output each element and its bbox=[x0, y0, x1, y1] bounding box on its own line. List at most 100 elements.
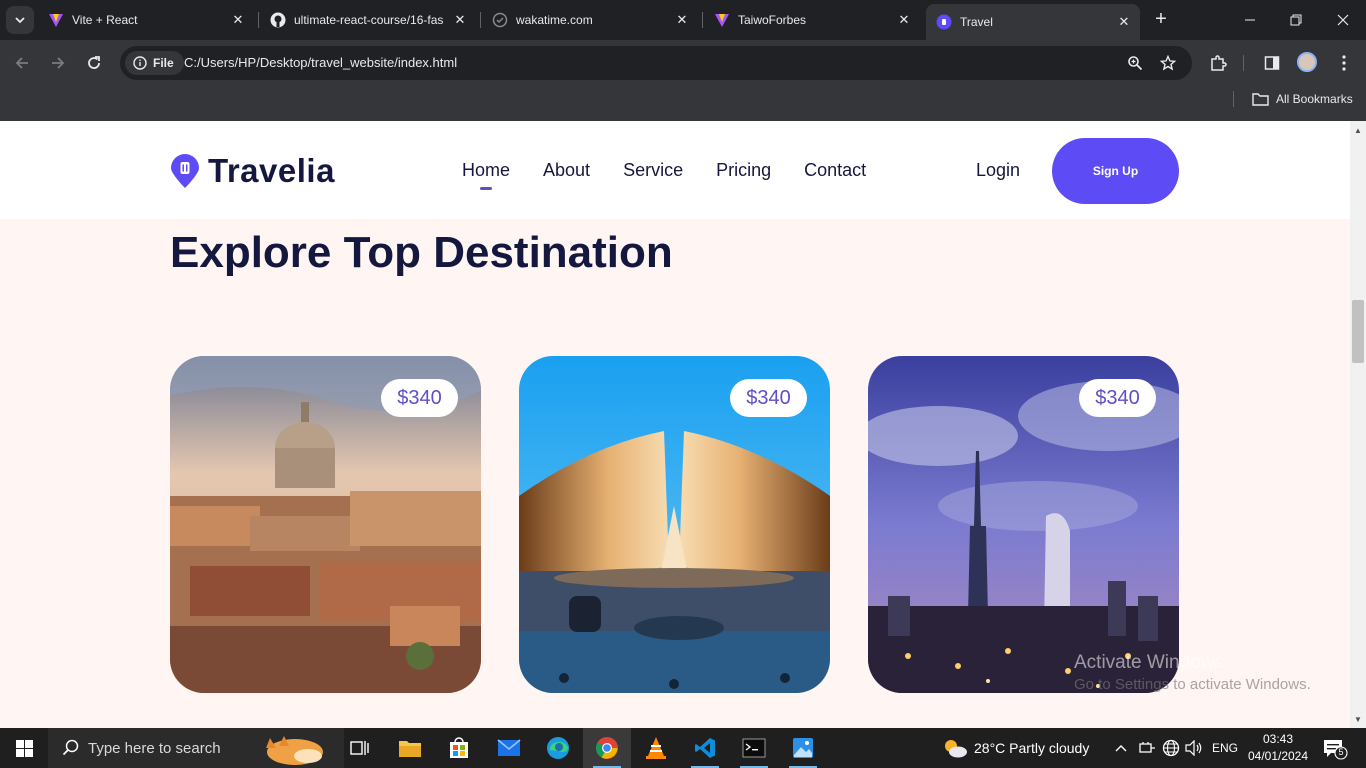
forward-button[interactable] bbox=[46, 51, 70, 75]
main-nav: Home About Service Pricing Contact bbox=[462, 160, 866, 181]
github-icon bbox=[270, 12, 286, 28]
network-button[interactable] bbox=[1162, 728, 1180, 768]
destination-card[interactable]: $340 bbox=[170, 356, 481, 693]
tab-github[interactable]: ultimate-react-course/16-fas ✕ bbox=[260, 4, 476, 36]
partly-cloudy-icon bbox=[945, 740, 967, 758]
show-hidden-icons-button[interactable] bbox=[1115, 728, 1127, 768]
close-icon[interactable]: ✕ bbox=[896, 12, 912, 28]
new-tab-button[interactable]: + bbox=[1150, 8, 1172, 30]
vlc-button[interactable] bbox=[632, 728, 680, 768]
close-window-button[interactable] bbox=[1331, 8, 1355, 32]
scrollbar-thumb[interactable] bbox=[1352, 300, 1364, 363]
close-icon[interactable]: ✕ bbox=[1116, 14, 1132, 30]
location-pin-icon bbox=[171, 153, 199, 188]
bookmark-star-button[interactable] bbox=[1158, 53, 1178, 73]
notification-center-button[interactable]: 5 bbox=[1322, 738, 1348, 760]
back-button[interactable] bbox=[10, 51, 34, 75]
volume-button[interactable] bbox=[1185, 728, 1203, 768]
zoom-icon bbox=[1128, 56, 1143, 71]
chevron-up-icon bbox=[1115, 745, 1127, 752]
close-icon bbox=[1337, 14, 1349, 26]
activate-windows-title: Activate Windows bbox=[1074, 652, 1224, 673]
terminal-button[interactable] bbox=[730, 728, 778, 768]
tab-title: TaiwoForbes bbox=[738, 13, 807, 27]
side-panel-button[interactable] bbox=[1260, 51, 1284, 75]
search-placeholder: Type here to search bbox=[88, 739, 221, 757]
scroll-down-arrow[interactable]: ▼ bbox=[1350, 712, 1366, 726]
close-icon[interactable]: ✕ bbox=[674, 12, 690, 28]
language-indicator[interactable]: ENG bbox=[1212, 728, 1238, 768]
power-status-button[interactable] bbox=[1138, 728, 1156, 768]
tab-taiwoforbes[interactable]: TaiwoForbes ✕ bbox=[704, 4, 920, 36]
nav-contact[interactable]: Contact bbox=[804, 160, 866, 181]
destination-card[interactable]: $340 bbox=[868, 356, 1179, 693]
mail-icon bbox=[497, 739, 521, 756]
price-badge: $340 bbox=[730, 379, 807, 417]
fox-illustration-icon bbox=[266, 736, 323, 765]
login-link[interactable]: Login bbox=[976, 160, 1020, 181]
price-badge: $340 bbox=[1079, 379, 1156, 417]
start-button[interactable] bbox=[0, 728, 48, 768]
site-logo[interactable]: Travelia bbox=[170, 152, 335, 190]
info-icon bbox=[133, 56, 147, 70]
weather-text: 28°C Partly cloudy bbox=[974, 740, 1090, 756]
location-pin-icon bbox=[936, 14, 952, 30]
tab-divider bbox=[480, 12, 481, 28]
weather-widget[interactable]: 28°C Partly cloudy bbox=[942, 728, 1089, 768]
zoom-button[interactable] bbox=[1125, 53, 1145, 73]
clock-time: 03:43 bbox=[1262, 732, 1294, 746]
extensions-button[interactable] bbox=[1206, 51, 1230, 75]
file-explorer-button[interactable] bbox=[386, 728, 434, 768]
address-bar[interactable]: File C:/Users/HP/Desktop/travel_website/… bbox=[120, 46, 1192, 80]
chrome-button[interactable] bbox=[583, 728, 631, 768]
photos-button[interactable] bbox=[779, 728, 827, 768]
task-view-button[interactable] bbox=[336, 728, 384, 768]
url-text: C:/Users/HP/Desktop/travel_website/index… bbox=[184, 55, 458, 70]
sign-up-button[interactable]: Sign Up bbox=[1052, 138, 1179, 204]
windows-logo-icon bbox=[15, 739, 33, 757]
vite-icon bbox=[715, 14, 729, 27]
bookmarks-divider bbox=[1233, 91, 1234, 107]
vscode-button[interactable] bbox=[681, 728, 729, 768]
activate-windows-subtitle: Go to Settings to activate Windows. bbox=[1074, 676, 1311, 693]
minimize-icon bbox=[1245, 19, 1255, 21]
scroll-up-arrow[interactable]: ▲ bbox=[1350, 123, 1366, 137]
nav-home[interactable]: Home bbox=[462, 160, 510, 181]
brand-name: Travelia bbox=[208, 152, 335, 189]
clock-date: 04/01/2024 bbox=[1247, 749, 1309, 763]
tab-wakatime[interactable]: wakatime.com ✕ bbox=[482, 4, 698, 36]
file-label: File bbox=[153, 56, 174, 70]
nav-service[interactable]: Service bbox=[623, 160, 683, 181]
nav-pricing[interactable]: Pricing bbox=[716, 160, 771, 181]
tab-title: ultimate-react-course/16-fas bbox=[294, 13, 444, 27]
nav-about[interactable]: About bbox=[543, 160, 590, 181]
tab-travel[interactable]: Travel ✕ bbox=[926, 4, 1140, 40]
tab-strip: Vite + React ✕ ultimate-react-course/16-… bbox=[0, 0, 1366, 40]
edge-button[interactable] bbox=[534, 728, 582, 768]
all-bookmarks-button[interactable]: All Bookmarks bbox=[1252, 92, 1353, 106]
reload-button[interactable] bbox=[82, 51, 106, 75]
close-icon[interactable]: ✕ bbox=[452, 12, 468, 28]
side-panel-icon bbox=[1264, 56, 1280, 70]
price-badge: $340 bbox=[381, 379, 458, 417]
browser-menu-button[interactable] bbox=[1332, 51, 1356, 75]
arrow-right-icon bbox=[52, 57, 65, 69]
edge-icon bbox=[547, 737, 569, 759]
mail-button[interactable] bbox=[485, 728, 533, 768]
terminal-icon bbox=[742, 738, 766, 758]
reload-icon bbox=[88, 56, 100, 69]
page-scrollbar[interactable] bbox=[1350, 121, 1366, 728]
destination-card[interactable]: $340 bbox=[519, 356, 830, 693]
tab-title: Vite + React bbox=[72, 13, 138, 27]
tab-search-button[interactable] bbox=[6, 6, 34, 34]
tab-vite-react[interactable]: Vite + React ✕ bbox=[38, 4, 254, 36]
browser-toolbar: File C:/Users/HP/Desktop/travel_website/… bbox=[0, 40, 1366, 86]
profile-avatar[interactable] bbox=[1297, 52, 1317, 72]
restore-button[interactable] bbox=[1284, 8, 1308, 32]
microsoft-store-button[interactable] bbox=[435, 728, 483, 768]
close-icon[interactable]: ✕ bbox=[230, 12, 246, 28]
minimize-button[interactable] bbox=[1238, 8, 1262, 32]
tab-title: wakatime.com bbox=[516, 13, 593, 27]
site-info-chip[interactable]: File bbox=[125, 51, 184, 75]
system-clock[interactable]: 03:43 04/01/2024 bbox=[1246, 731, 1310, 765]
